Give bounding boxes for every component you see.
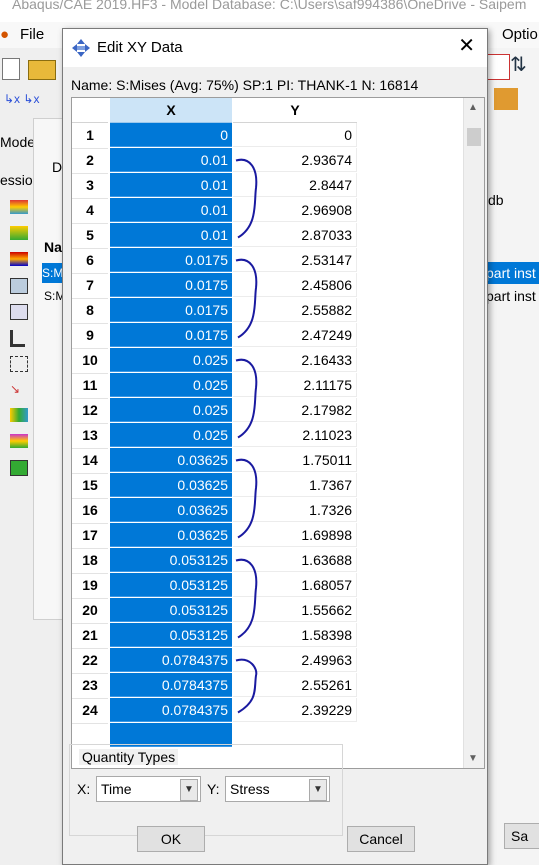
tree-icon-4: [10, 278, 28, 294]
right-list-item-2[interactable]: part inst: [486, 288, 536, 304]
menu-options[interactable]: Optio: [502, 26, 538, 43]
menu-file[interactable]: File: [20, 26, 44, 43]
tree-icon-10: [10, 434, 28, 448]
vertical-scrollbar[interactable]: ▲ ▼: [463, 98, 484, 768]
scroll-up-icon[interactable]: ▲: [468, 102, 478, 113]
bracket-stroke: [235, 658, 258, 714]
handwritten-brackets: [235, 158, 258, 714]
list-header: Na: [44, 239, 62, 255]
chevron-down-icon[interactable]: ▼: [309, 779, 327, 801]
tab-session[interactable]: essio: [0, 172, 33, 188]
tree-icon-6: [10, 330, 25, 347]
y-type-label: Y:: [207, 781, 220, 797]
close-icon[interactable]: ✕: [458, 36, 475, 56]
toolbar-icons-row: [0, 54, 60, 82]
x-quantity-type-value: Time: [101, 781, 132, 797]
xy-data-name: Name: S:Mises (Avg: 75%) SP:1 PI: THANK-…: [71, 77, 419, 93]
scroll-thumb[interactable]: [467, 128, 481, 146]
bracket-stroke: [235, 258, 258, 339]
open-folder-icon[interactable]: [28, 60, 56, 80]
panel-letter: D: [52, 159, 63, 175]
app-title: Abaqus/CAE 2019.HF3 - Model Database: C:…: [12, 0, 527, 12]
move-arrows-icon: [72, 39, 90, 57]
y-quantity-type-value: Stress: [230, 781, 270, 797]
ok-button[interactable]: OK: [137, 826, 205, 852]
x-type-label: X:: [77, 781, 91, 797]
tree-icon-3: [10, 252, 28, 266]
tree-icon-2: [10, 226, 28, 240]
edit-xy-data-dialog: Edit XY Data ✕ Name: S:Mises (Avg: 75%) …: [62, 28, 488, 865]
tree-icon-11: [10, 460, 28, 476]
x-quantity-type-select[interactable]: Time ▼: [96, 776, 201, 802]
dialog-title-bar[interactable]: Edit XY Data ✕: [63, 29, 487, 67]
new-file-icon[interactable]: [2, 58, 20, 80]
chevron-down-icon[interactable]: ▼: [180, 779, 198, 801]
y-quantity-type-select[interactable]: Stress ▼: [225, 776, 330, 802]
dialog-title: Edit XY Data: [97, 39, 183, 56]
sort-icon[interactable]: ⇅: [510, 52, 527, 77]
tab-model[interactable]: Mode: [0, 134, 35, 150]
tree-icon-5: [10, 304, 28, 320]
scroll-down-icon[interactable]: ▼: [468, 753, 478, 764]
app-title-bar: Abaqus/CAE 2019.HF3 - Model Database: C:…: [0, 0, 539, 22]
bracket-stroke: [235, 558, 258, 639]
cancel-button[interactable]: Cancel: [347, 826, 415, 852]
axis-icon[interactable]: ↳x ↳x: [4, 92, 39, 106]
quantity-types-label: Quantity Types: [79, 749, 179, 765]
app-logo-icon: ●: [0, 26, 10, 43]
right-background: ⇅ db part inst part inst Sa: [486, 48, 539, 865]
bracket-stroke: [235, 358, 258, 439]
tree-icon-7: [10, 356, 28, 372]
toolbar-icon-right-2[interactable]: [494, 88, 518, 110]
tree-icon-1: [10, 200, 28, 214]
xy-data-table[interactable]: X Y 1 0 0 2 0.01 2.93674 3 0.01 2.8447 4 0.01 2.969…: [71, 97, 485, 769]
tree-icon-9: [10, 408, 28, 422]
right-db-label: db: [488, 192, 504, 208]
bracket-stroke: [235, 158, 258, 239]
toolbar-icon-right-1[interactable]: [486, 54, 510, 80]
background-button[interactable]: Sa: [504, 823, 539, 849]
tree-icon-8: ↘: [10, 382, 21, 396]
bracket-stroke: [235, 458, 258, 539]
right-list-item-1[interactable]: part inst: [486, 262, 539, 284]
